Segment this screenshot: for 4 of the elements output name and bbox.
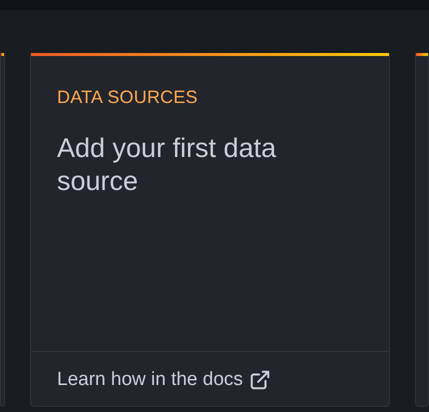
external-link-icon <box>248 369 271 391</box>
docs-link[interactable]: Learn how in the docs <box>57 369 271 391</box>
card-heading: Add your first data source <box>57 132 278 198</box>
card-title: DATA SOURCES <box>57 87 199 108</box>
